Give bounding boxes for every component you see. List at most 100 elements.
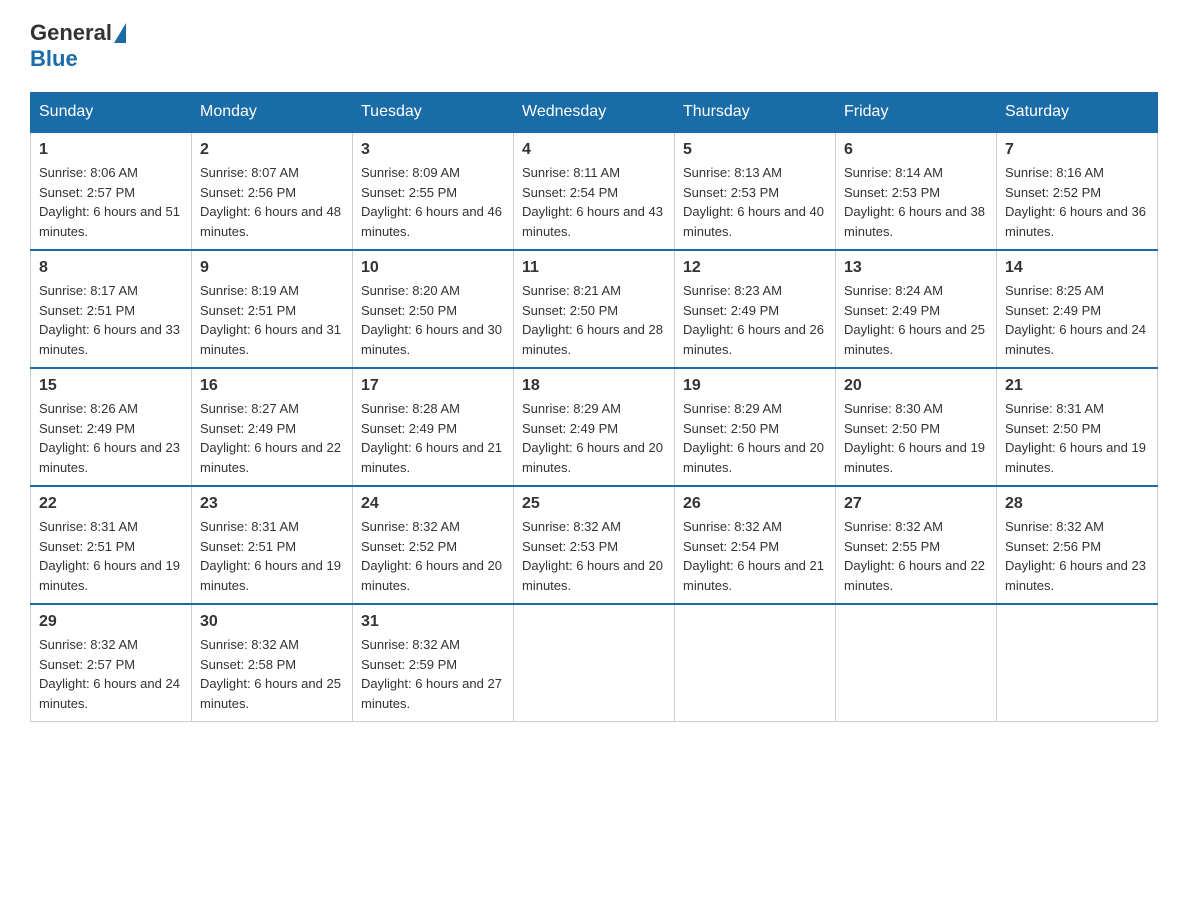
header-friday: Friday xyxy=(836,93,997,133)
day-number: 15 xyxy=(39,377,183,395)
day-number: 25 xyxy=(522,495,666,513)
day-info: Sunrise: 8:32 AMSunset: 2:58 PMDaylight:… xyxy=(200,637,341,711)
week-row-2: 8 Sunrise: 8:17 AMSunset: 2:51 PMDayligh… xyxy=(31,250,1158,368)
day-number: 14 xyxy=(1005,259,1149,277)
calendar-cell: 30 Sunrise: 8:32 AMSunset: 2:58 PMDaylig… xyxy=(192,604,353,722)
day-number: 4 xyxy=(522,141,666,159)
week-row-1: 1 Sunrise: 8:06 AMSunset: 2:57 PMDayligh… xyxy=(31,132,1158,250)
calendar-cell: 7 Sunrise: 8:16 AMSunset: 2:52 PMDayligh… xyxy=(997,132,1158,250)
calendar-cell: 11 Sunrise: 8:21 AMSunset: 2:50 PMDaylig… xyxy=(514,250,675,368)
calendar-cell: 6 Sunrise: 8:14 AMSunset: 2:53 PMDayligh… xyxy=(836,132,997,250)
week-row-4: 22 Sunrise: 8:31 AMSunset: 2:51 PMDaylig… xyxy=(31,486,1158,604)
day-number: 23 xyxy=(200,495,344,513)
day-number: 17 xyxy=(361,377,505,395)
day-info: Sunrise: 8:29 AMSunset: 2:49 PMDaylight:… xyxy=(522,401,663,475)
day-info: Sunrise: 8:31 AMSunset: 2:51 PMDaylight:… xyxy=(39,519,180,593)
day-info: Sunrise: 8:16 AMSunset: 2:52 PMDaylight:… xyxy=(1005,165,1146,239)
day-info: Sunrise: 8:26 AMSunset: 2:49 PMDaylight:… xyxy=(39,401,180,475)
calendar-cell xyxy=(514,604,675,722)
calendar-table: Sunday Monday Tuesday Wednesday Thursday… xyxy=(30,92,1158,722)
calendar-cell: 25 Sunrise: 8:32 AMSunset: 2:53 PMDaylig… xyxy=(514,486,675,604)
logo-triangle-icon xyxy=(114,23,126,43)
calendar-cell: 2 Sunrise: 8:07 AMSunset: 2:56 PMDayligh… xyxy=(192,132,353,250)
day-info: Sunrise: 8:21 AMSunset: 2:50 PMDaylight:… xyxy=(522,283,663,357)
day-info: Sunrise: 8:14 AMSunset: 2:53 PMDaylight:… xyxy=(844,165,985,239)
day-number: 11 xyxy=(522,259,666,277)
header-sunday: Sunday xyxy=(31,93,192,133)
day-info: Sunrise: 8:32 AMSunset: 2:56 PMDaylight:… xyxy=(1005,519,1146,593)
calendar-cell xyxy=(675,604,836,722)
calendar-cell: 13 Sunrise: 8:24 AMSunset: 2:49 PMDaylig… xyxy=(836,250,997,368)
page-header: General Blue xyxy=(30,20,1158,72)
calendar-cell: 20 Sunrise: 8:30 AMSunset: 2:50 PMDaylig… xyxy=(836,368,997,486)
calendar-cell: 21 Sunrise: 8:31 AMSunset: 2:50 PMDaylig… xyxy=(997,368,1158,486)
calendar-cell: 5 Sunrise: 8:13 AMSunset: 2:53 PMDayligh… xyxy=(675,132,836,250)
day-info: Sunrise: 8:19 AMSunset: 2:51 PMDaylight:… xyxy=(200,283,341,357)
day-number: 26 xyxy=(683,495,827,513)
day-info: Sunrise: 8:23 AMSunset: 2:49 PMDaylight:… xyxy=(683,283,824,357)
day-number: 5 xyxy=(683,141,827,159)
day-info: Sunrise: 8:07 AMSunset: 2:56 PMDaylight:… xyxy=(200,165,341,239)
day-info: Sunrise: 8:06 AMSunset: 2:57 PMDaylight:… xyxy=(39,165,180,239)
day-info: Sunrise: 8:32 AMSunset: 2:59 PMDaylight:… xyxy=(361,637,502,711)
day-number: 13 xyxy=(844,259,988,277)
day-info: Sunrise: 8:31 AMSunset: 2:50 PMDaylight:… xyxy=(1005,401,1146,475)
calendar-cell: 18 Sunrise: 8:29 AMSunset: 2:49 PMDaylig… xyxy=(514,368,675,486)
calendar-cell: 23 Sunrise: 8:31 AMSunset: 2:51 PMDaylig… xyxy=(192,486,353,604)
logo: General Blue xyxy=(30,20,128,72)
calendar-cell: 29 Sunrise: 8:32 AMSunset: 2:57 PMDaylig… xyxy=(31,604,192,722)
calendar-cell: 19 Sunrise: 8:29 AMSunset: 2:50 PMDaylig… xyxy=(675,368,836,486)
calendar-cell: 9 Sunrise: 8:19 AMSunset: 2:51 PMDayligh… xyxy=(192,250,353,368)
day-info: Sunrise: 8:32 AMSunset: 2:57 PMDaylight:… xyxy=(39,637,180,711)
calendar-cell: 26 Sunrise: 8:32 AMSunset: 2:54 PMDaylig… xyxy=(675,486,836,604)
calendar-cell: 28 Sunrise: 8:32 AMSunset: 2:56 PMDaylig… xyxy=(997,486,1158,604)
calendar-cell: 12 Sunrise: 8:23 AMSunset: 2:49 PMDaylig… xyxy=(675,250,836,368)
day-info: Sunrise: 8:11 AMSunset: 2:54 PMDaylight:… xyxy=(522,165,663,239)
day-info: Sunrise: 8:09 AMSunset: 2:55 PMDaylight:… xyxy=(361,165,502,239)
day-info: Sunrise: 8:32 AMSunset: 2:52 PMDaylight:… xyxy=(361,519,502,593)
day-info: Sunrise: 8:25 AMSunset: 2:49 PMDaylight:… xyxy=(1005,283,1146,357)
day-info: Sunrise: 8:20 AMSunset: 2:50 PMDaylight:… xyxy=(361,283,502,357)
day-number: 3 xyxy=(361,141,505,159)
day-info: Sunrise: 8:27 AMSunset: 2:49 PMDaylight:… xyxy=(200,401,341,475)
day-info: Sunrise: 8:32 AMSunset: 2:54 PMDaylight:… xyxy=(683,519,824,593)
day-number: 19 xyxy=(683,377,827,395)
day-number: 1 xyxy=(39,141,183,159)
day-number: 22 xyxy=(39,495,183,513)
day-info: Sunrise: 8:32 AMSunset: 2:55 PMDaylight:… xyxy=(844,519,985,593)
day-number: 20 xyxy=(844,377,988,395)
day-number: 27 xyxy=(844,495,988,513)
day-info: Sunrise: 8:29 AMSunset: 2:50 PMDaylight:… xyxy=(683,401,824,475)
calendar-cell: 3 Sunrise: 8:09 AMSunset: 2:55 PMDayligh… xyxy=(353,132,514,250)
day-info: Sunrise: 8:31 AMSunset: 2:51 PMDaylight:… xyxy=(200,519,341,593)
calendar-cell: 27 Sunrise: 8:32 AMSunset: 2:55 PMDaylig… xyxy=(836,486,997,604)
calendar-cell xyxy=(836,604,997,722)
week-row-3: 15 Sunrise: 8:26 AMSunset: 2:49 PMDaylig… xyxy=(31,368,1158,486)
day-number: 8 xyxy=(39,259,183,277)
logo-blue-text: Blue xyxy=(30,46,78,72)
header-wednesday: Wednesday xyxy=(514,93,675,133)
calendar-cell: 14 Sunrise: 8:25 AMSunset: 2:49 PMDaylig… xyxy=(997,250,1158,368)
day-info: Sunrise: 8:13 AMSunset: 2:53 PMDaylight:… xyxy=(683,165,824,239)
day-number: 21 xyxy=(1005,377,1149,395)
day-number: 30 xyxy=(200,613,344,631)
day-info: Sunrise: 8:32 AMSunset: 2:53 PMDaylight:… xyxy=(522,519,663,593)
day-number: 12 xyxy=(683,259,827,277)
header-tuesday: Tuesday xyxy=(353,93,514,133)
calendar-cell xyxy=(997,604,1158,722)
calendar-cell: 17 Sunrise: 8:28 AMSunset: 2:49 PMDaylig… xyxy=(353,368,514,486)
header-thursday: Thursday xyxy=(675,93,836,133)
day-number: 9 xyxy=(200,259,344,277)
calendar-cell: 22 Sunrise: 8:31 AMSunset: 2:51 PMDaylig… xyxy=(31,486,192,604)
day-number: 29 xyxy=(39,613,183,631)
calendar-cell: 24 Sunrise: 8:32 AMSunset: 2:52 PMDaylig… xyxy=(353,486,514,604)
day-info: Sunrise: 8:17 AMSunset: 2:51 PMDaylight:… xyxy=(39,283,180,357)
calendar-cell: 16 Sunrise: 8:27 AMSunset: 2:49 PMDaylig… xyxy=(192,368,353,486)
day-number: 28 xyxy=(1005,495,1149,513)
day-info: Sunrise: 8:28 AMSunset: 2:49 PMDaylight:… xyxy=(361,401,502,475)
calendar-cell: 4 Sunrise: 8:11 AMSunset: 2:54 PMDayligh… xyxy=(514,132,675,250)
day-number: 6 xyxy=(844,141,988,159)
header-saturday: Saturday xyxy=(997,93,1158,133)
header-monday: Monday xyxy=(192,93,353,133)
day-number: 2 xyxy=(200,141,344,159)
